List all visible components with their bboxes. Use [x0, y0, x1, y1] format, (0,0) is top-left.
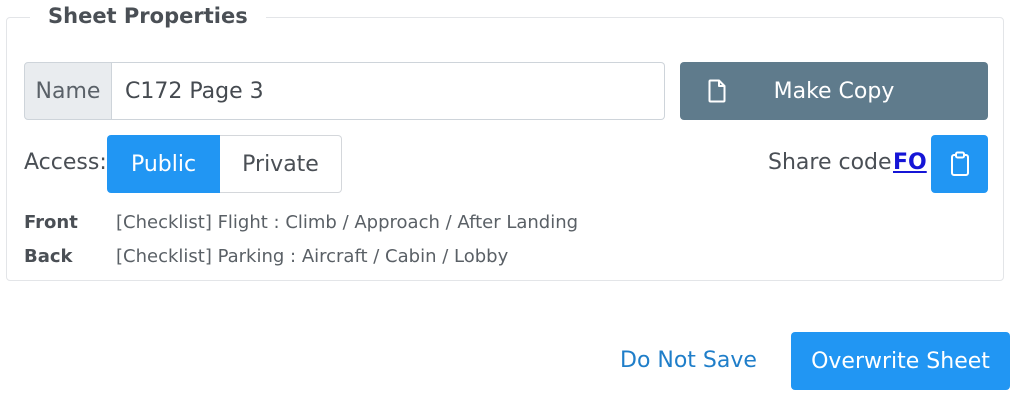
name-input[interactable] [112, 62, 665, 120]
name-input-group: Name [24, 62, 665, 120]
access-public-button[interactable]: Public [107, 135, 220, 193]
clipboard-icon [950, 151, 969, 176]
access-private-button[interactable]: Private [220, 135, 342, 193]
share-code-label: Share code [768, 150, 892, 175]
front-label: Front [24, 212, 78, 233]
share-code-link[interactable]: FO [893, 150, 927, 175]
do-not-save-button[interactable]: Do Not Save [620, 348, 757, 373]
file-icon [708, 79, 726, 103]
sheet-properties-title: Sheet Properties [30, 4, 266, 28]
front-value: [Checklist] Flight : Climb / Approach / … [116, 212, 579, 233]
overwrite-sheet-button[interactable]: Overwrite Sheet [791, 332, 1010, 390]
copy-share-code-button[interactable] [931, 135, 988, 193]
access-label: Access: [24, 150, 107, 175]
back-label: Back [24, 246, 73, 267]
make-copy-label: Make Copy [773, 78, 895, 104]
access-toggle-group: Public Private [107, 135, 342, 193]
name-label: Name [24, 62, 112, 120]
back-value: [Checklist] Parking : Aircraft / Cabin /… [116, 246, 509, 267]
make-copy-button[interactable]: Make Copy [680, 62, 988, 120]
